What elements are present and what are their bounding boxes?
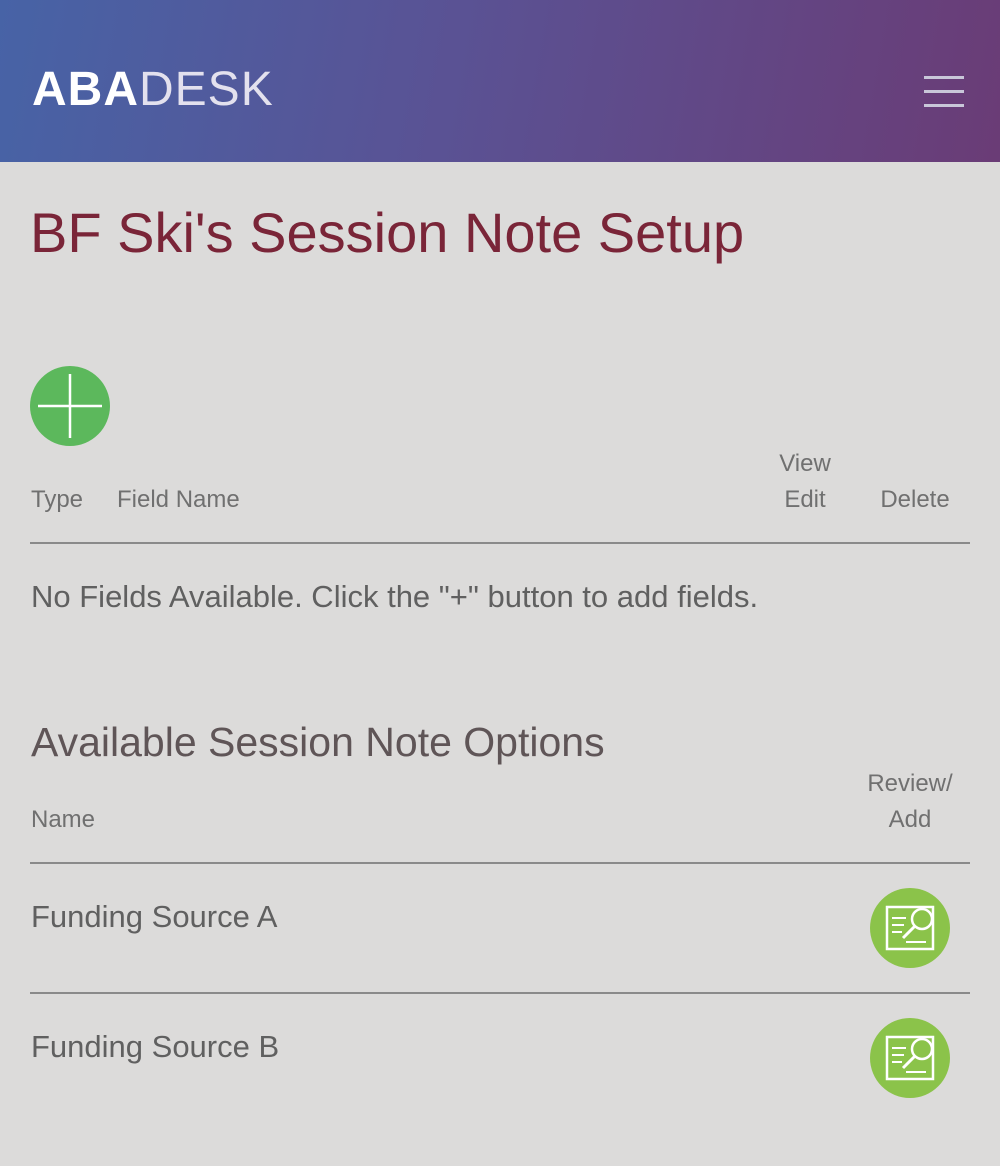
section-title-available-options: Available Session Note Options: [31, 719, 605, 765]
plus-icon: [38, 374, 102, 438]
column-header-edit: Edit: [784, 486, 826, 513]
column-header-review: Review/: [867, 770, 953, 797]
page-title: BF Ski's Session Note Setup: [30, 201, 745, 264]
option-name: Funding Source B: [31, 1029, 280, 1064]
document-search-icon: [885, 905, 935, 951]
review-add-button[interactable]: [870, 888, 950, 968]
option-name: Funding Source A: [31, 899, 278, 934]
logo-light-text: DESK: [139, 63, 274, 116]
top-header: ABADESK: [0, 0, 1000, 162]
table-divider: [30, 542, 970, 544]
table-divider: [30, 862, 970, 864]
column-header-name: Name: [31, 806, 96, 833]
column-header-view: View: [779, 450, 831, 477]
column-header-add: Add: [888, 806, 932, 833]
column-header-delete: Delete: [880, 486, 950, 513]
app-logo[interactable]: ABADESK: [32, 64, 274, 116]
empty-fields-message: No Fields Available. Click the "+" butto…: [31, 579, 759, 614]
review-add-button[interactable]: [870, 1018, 950, 1098]
column-header-type: Type: [31, 486, 84, 513]
hamburger-menu-icon[interactable]: [924, 76, 964, 108]
document-search-icon: [885, 1035, 935, 1081]
add-field-button[interactable]: [30, 366, 110, 446]
logo-bold-text: ABA: [32, 63, 139, 116]
table-divider: [30, 992, 970, 994]
column-header-field-name: Field Name: [117, 486, 240, 513]
